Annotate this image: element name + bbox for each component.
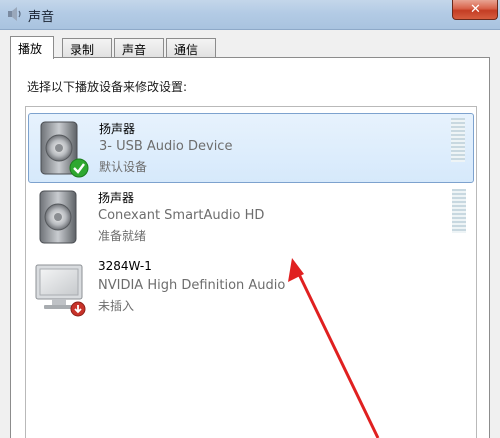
tab-label: 播放 [18,42,43,56]
close-button[interactable]: ✕ [452,0,498,20]
device-item-usb-speaker[interactable]: 扬声器 3- USB Audio Device 默认设备 [28,113,474,183]
device-description: NVIDIA High Definition Audio [98,278,286,293]
tab-communications[interactable]: 通信 [166,38,216,58]
tab-recording[interactable]: 录制 [62,38,112,58]
title-bar: 声音 ✕ [0,0,500,30]
tab-sounds[interactable]: 声音 [114,38,164,58]
default-check-icon [69,158,89,178]
device-status: 默认设备 [99,160,148,174]
volume-meter [452,189,466,233]
device-item-conexant-speaker[interactable]: 扬声器 Conexant SmartAudio HD 准备就绪 [28,183,474,253]
tab-label: 声音 [122,43,147,57]
tab-label: 录制 [70,43,95,57]
device-name: 扬声器 [99,122,136,136]
device-name: 扬声器 [98,191,135,205]
tab-playback[interactable]: 播放 [10,36,54,59]
speaker-icon [39,190,77,244]
close-icon: ✕ [470,2,481,17]
device-description: Conexant SmartAudio HD [98,208,265,223]
sound-icon [8,7,21,21]
playback-panel: 选择以下播放设备来修改设置: 扬声器 3- USB Audio Device 默… [10,57,490,438]
tab-label: 通信 [174,43,199,57]
device-name: 3284W-1 [98,259,152,273]
device-description: 3- USB Audio Device [99,139,233,154]
device-list[interactable]: 扬声器 3- USB Audio Device 默认设备 扬声器 Conexan… [25,106,477,438]
instruction-text: 选择以下播放设备来修改设置: [27,80,188,94]
window-title: 声音 [28,10,55,25]
device-status: 未插入 [98,299,135,313]
unplugged-icon [70,301,86,317]
volume-meter [451,118,465,162]
device-status: 准备就绪 [98,229,147,243]
tab-strip: 播放 录制 声音 通信 [10,36,490,59]
device-item-nvidia-hdmi[interactable]: 3284W-1 NVIDIA High Definition Audio 未插入 [28,253,474,323]
